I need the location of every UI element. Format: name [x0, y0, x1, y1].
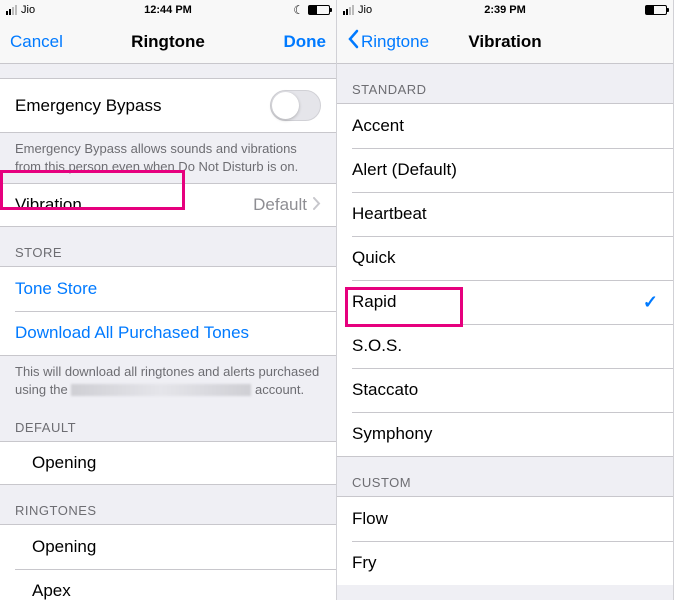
vibration-option[interactable]: Fry	[337, 541, 673, 585]
standard-group: Accent Alert (Default) Heartbeat Quick R…	[337, 103, 673, 457]
vibration-row[interactable]: Vibration Default	[0, 183, 336, 227]
back-label: Ringtone	[361, 32, 429, 52]
store-footer: This will download all ringtones and ale…	[0, 356, 336, 406]
vibration-option[interactable]: Flow	[337, 497, 673, 541]
custom-header: CUSTOM	[337, 457, 673, 496]
chevron-right-icon	[313, 195, 321, 215]
vibration-option[interactable]: Symphony	[337, 412, 673, 456]
content: Emergency Bypass Emergency Bypass allows…	[0, 64, 336, 600]
emergency-bypass-label: Emergency Bypass	[15, 96, 161, 116]
download-tones-row[interactable]: Download All Purchased Tones	[0, 311, 336, 355]
back-button[interactable]: Ringtone	[347, 29, 429, 54]
status-time: 12:44 PM	[0, 4, 336, 16]
ringtone-row[interactable]: Apex	[0, 569, 336, 600]
cancel-button[interactable]: Cancel	[10, 32, 63, 52]
vibration-option[interactable]: S.O.S.	[337, 324, 673, 368]
battery-icon	[645, 5, 667, 15]
ringtones-header: RINGTONES	[0, 485, 336, 524]
tone-store-row[interactable]: Tone Store	[0, 267, 336, 311]
emergency-bypass-row[interactable]: Emergency Bypass	[0, 78, 336, 133]
status-bar: Jio 12:44 PM ☾	[0, 0, 336, 20]
done-button[interactable]: Done	[284, 32, 327, 52]
status-time: 2:39 PM	[337, 4, 673, 16]
emergency-bypass-toggle[interactable]	[270, 90, 321, 121]
redacted-account	[71, 384, 251, 396]
vibration-option[interactable]: Heartbeat	[337, 192, 673, 236]
nav-bar: Ringtone Vibration	[337, 20, 673, 64]
emergency-bypass-footer: Emergency Bypass allows sounds and vibra…	[0, 133, 336, 183]
battery-icon	[308, 5, 330, 15]
standard-header: STANDARD	[337, 64, 673, 103]
chevron-left-icon	[347, 29, 359, 54]
content: STANDARD Accent Alert (Default) Heartbea…	[337, 64, 673, 600]
store-header: STORE	[0, 227, 336, 266]
vibration-option[interactable]: Accent	[337, 104, 673, 148]
default-ringtone-row[interactable]: Opening	[0, 441, 336, 485]
screen-ringtone: Jio 12:44 PM ☾ Cancel Ringtone Done Emer…	[0, 0, 337, 600]
vibration-value: Default	[253, 195, 307, 215]
vibration-label: Vibration	[15, 195, 82, 215]
status-bar: Jio 2:39 PM	[337, 0, 673, 20]
vibration-option[interactable]: Quick	[337, 236, 673, 280]
vibration-option-selected[interactable]: Rapid ✓	[337, 280, 673, 324]
checkmark-icon: ✓	[643, 292, 658, 313]
vibration-option[interactable]: Alert (Default)	[337, 148, 673, 192]
default-header: DEFAULT	[0, 406, 336, 441]
vibration-option[interactable]: Staccato	[337, 368, 673, 412]
nav-bar: Cancel Ringtone Done	[0, 20, 336, 64]
ringtone-row[interactable]: Opening	[0, 525, 336, 569]
screen-vibration: Jio 2:39 PM Ringtone Vibration STANDARD …	[337, 0, 674, 600]
